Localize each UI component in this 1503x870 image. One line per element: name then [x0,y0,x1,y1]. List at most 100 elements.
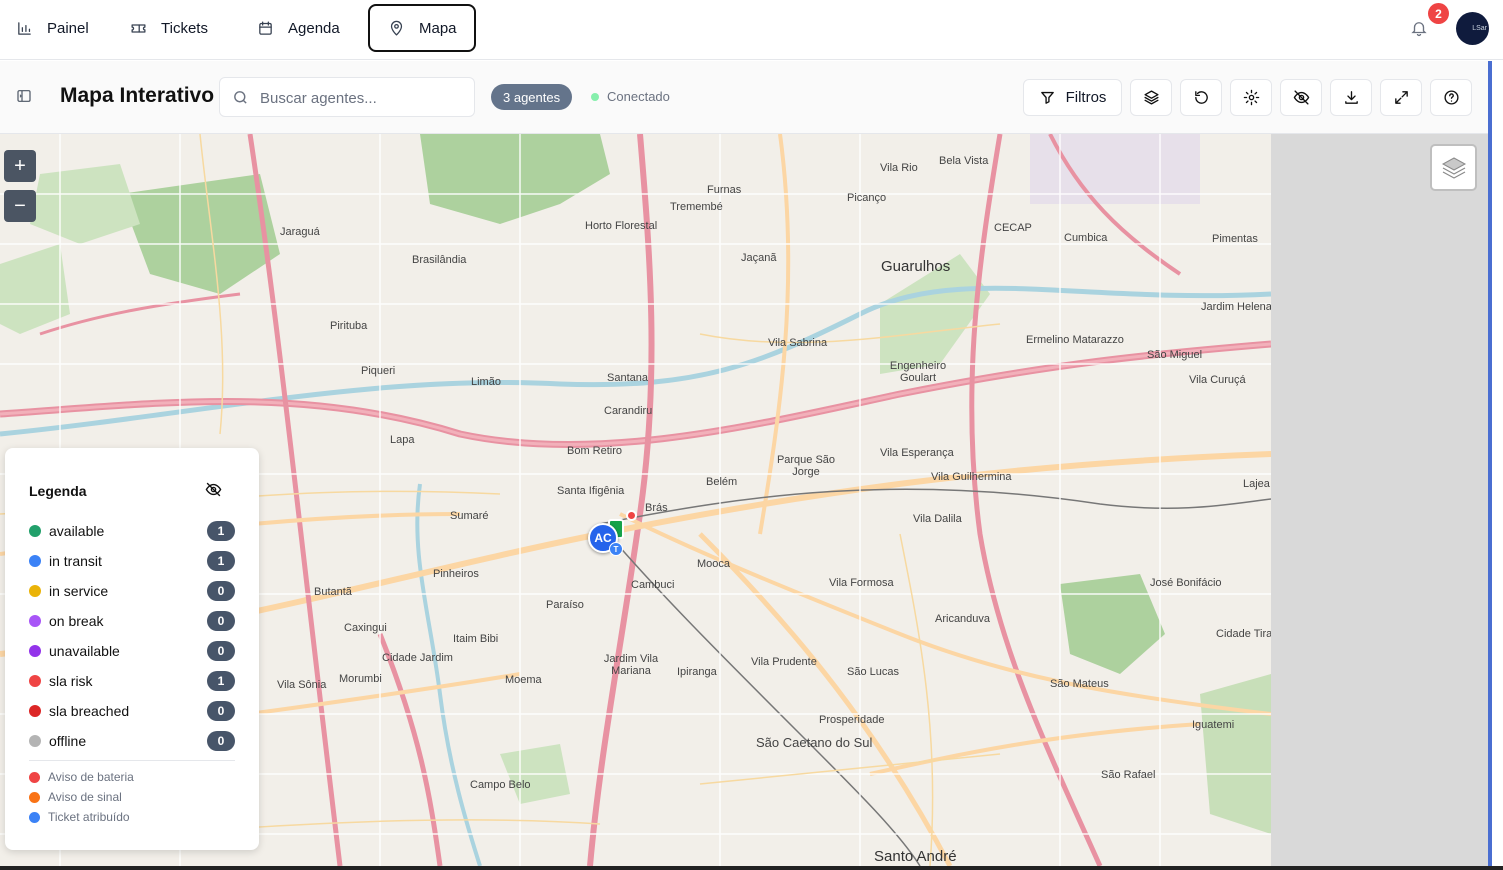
legend-signal-warning: Aviso de sinal [29,790,122,804]
help-button[interactable] [1430,79,1472,116]
zoom-out-button[interactable]: − [4,190,36,222]
fullscreen-button[interactable] [1380,79,1422,116]
map-pin-icon [390,20,403,36]
nav-label: Agenda [288,19,340,37]
legend-sub-label: Aviso de sinal [48,790,122,804]
refresh-icon [1194,91,1208,104]
map-label: Santana [607,372,648,384]
status-dot [29,675,41,687]
legend-row-in-service: in service 0 [29,580,235,602]
status-dot [29,615,41,627]
map-label: Santo André [874,848,957,865]
map-label: Lajea [1243,478,1270,490]
legend-label: on break [49,613,104,629]
legend-count: 1 [207,671,235,691]
legend-battery-warning: Aviso de bateria [29,770,134,784]
legend-count: 1 [207,521,235,541]
map-label: Morumbi [339,673,382,685]
map-label: Cumbica [1064,232,1108,244]
agents-count-badge: 3 agentes [491,84,573,110]
battery-warning-dot [29,771,40,783]
legend-label: in transit [49,553,102,569]
map-label: Cidade Tira [1216,628,1271,640]
refresh-button[interactable] [1180,79,1222,116]
download-button[interactable] [1330,79,1372,116]
map-label: Pirituba [330,320,368,332]
nav-item-mapa[interactable]: Mapa [368,4,476,52]
zoom-in-button[interactable]: + [4,150,36,182]
map-label: Vila Dalila [913,513,962,525]
nav-label: Painel [47,19,89,37]
sidebar-panel-icon [17,90,31,102]
legend-hide-button[interactable] [205,481,223,499]
bottom-edge [0,866,1503,870]
search-input[interactable] [260,86,460,110]
eye-off-icon [1293,90,1309,105]
layers-button[interactable] [1130,79,1172,116]
map-label: Pinheiros [433,568,479,580]
page-scrollbar[interactable] [1488,61,1492,866]
map-label: Pimentas [1212,233,1258,245]
hide-button[interactable] [1280,79,1322,116]
connection-status-label: Conectado [607,89,670,104]
legend-count: 0 [207,581,235,601]
map-label: Horto Florestal [585,220,658,232]
settings-button[interactable] [1230,79,1272,116]
legend-title: Legenda [29,483,87,499]
map-label: Vila Rio [880,162,918,174]
map-label: CECAP [994,222,1032,234]
map-label: José Bonifácio [1150,577,1222,589]
filters-button[interactable]: Filtros [1023,79,1122,116]
map-label: Aricanduva [935,613,991,625]
filters-label: Filtros [1065,89,1107,106]
legend-ticket-assigned: Ticket atribuído [29,810,130,824]
ticket-assigned-dot [29,811,40,823]
map-label: Vila Formosa [829,577,894,589]
map-label: Vila Curuçá [1189,374,1246,386]
signal-warning-dot [29,791,40,803]
notifications-button[interactable] [1410,19,1430,39]
page-title: Mapa Interativo [60,84,215,107]
interactive-map[interactable]: Guarulhos Santo André São Caetano do Sul… [0,134,1489,866]
legend-row-sla-risk: sla risk 1 [29,670,235,692]
map-label: Ermelino Matarazzo [1026,334,1124,346]
map-label: São Caetano do Sul [756,735,873,750]
legend-label: sla risk [49,673,93,689]
nav-item-tickets[interactable]: Tickets [114,4,224,52]
legend-row-in-transit: in transit 1 [29,550,235,572]
legend-row-unavailable: unavailable 0 [29,640,235,662]
ticket-assigned-indicator: T [609,542,623,556]
map-label: Tremembé [670,201,723,213]
status-dot [29,585,41,597]
map-label: Prosperidade [819,714,885,726]
map-label: Paraíso [546,599,584,611]
map-layers-control[interactable] [1430,144,1477,191]
sidebar-toggle-button[interactable] [16,88,34,106]
filter-icon [1040,91,1054,104]
gear-icon [1243,89,1259,106]
map-label: Caxingui [344,622,387,634]
legend-count: 0 [207,641,235,661]
stacked-layers-icon [1441,156,1466,179]
map-label: São Lucas [847,666,899,678]
map-label: Vila Guilhermina [931,471,1012,483]
search-icon [234,91,247,104]
nav-item-painel[interactable]: Painel [0,4,105,52]
user-avatar[interactable]: LSar [1456,12,1489,45]
map-label: Jardim Vila Mariana [603,653,659,677]
help-circle-icon [1443,90,1459,105]
map-label: Butantã [314,586,352,598]
map-label: Brasilândia [412,254,467,266]
legend-label: sla breached [49,703,130,719]
legend-count: 1 [207,551,235,571]
map-label: Vila Sônia [277,679,327,691]
map-label: Limão [471,376,501,388]
map-label: Sumaré [450,510,489,522]
status-dot [29,735,41,747]
agent-marker-sla-risk[interactable] [626,510,637,521]
status-dot [29,525,41,537]
nav-item-agenda[interactable]: Agenda [241,4,356,52]
legend-label: available [49,523,105,539]
map-label: Vila Esperança [880,447,954,459]
eye-off-icon [205,482,222,497]
